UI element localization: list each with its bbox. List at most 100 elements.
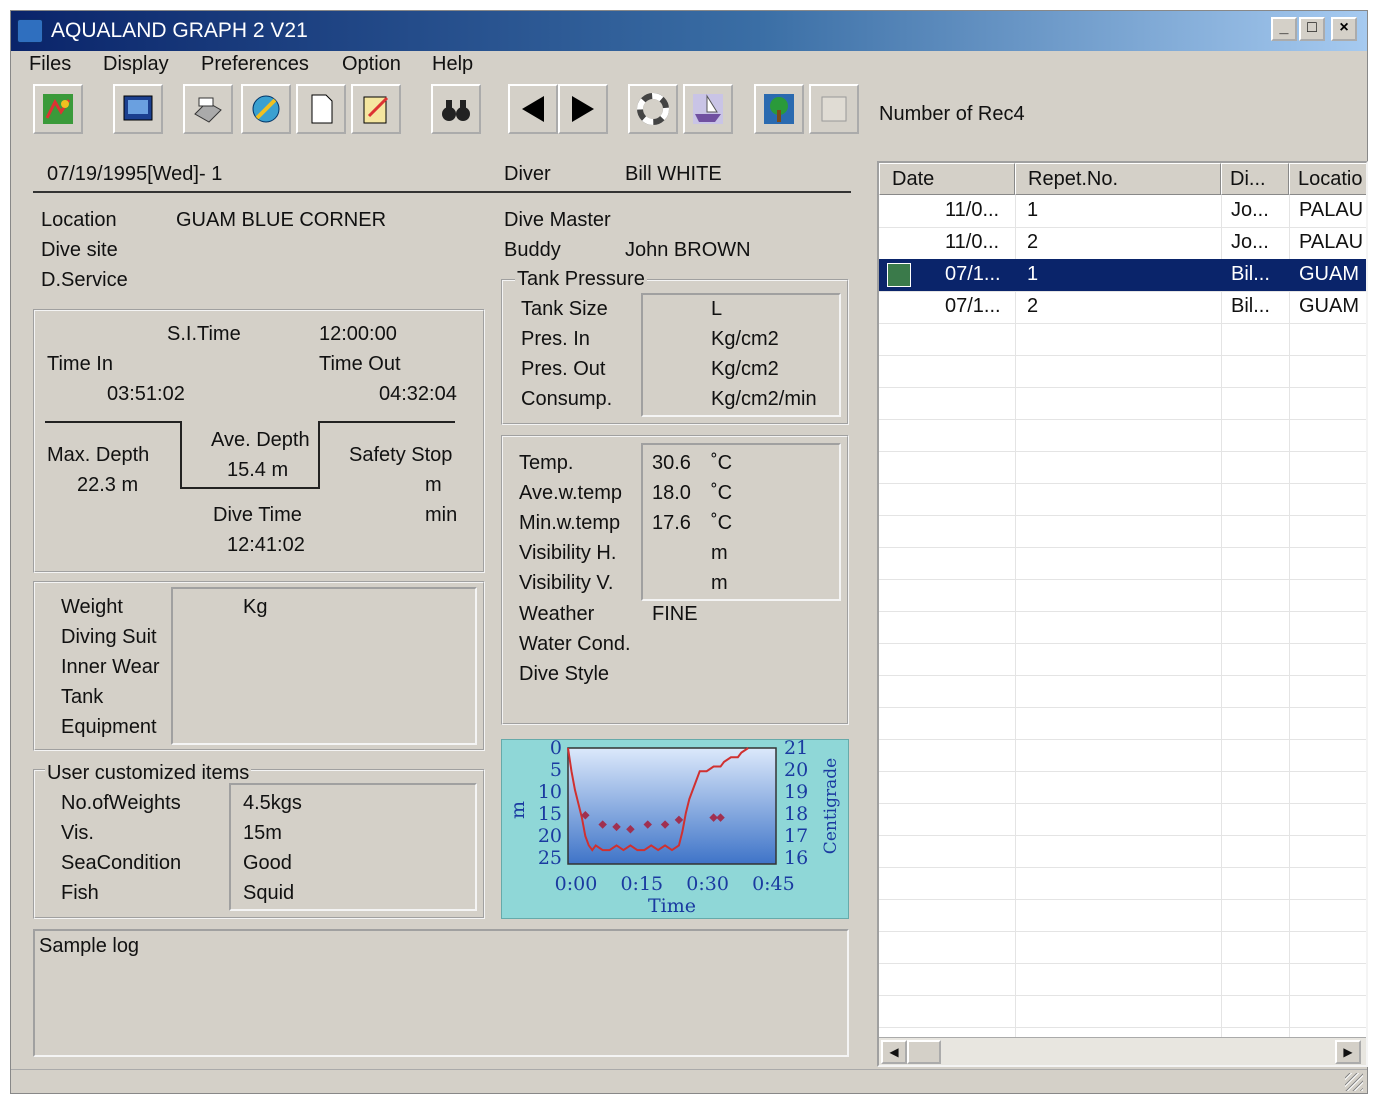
lifebuoy-icon[interactable] <box>628 84 678 134</box>
dive-profile-chart[interactable]: 05101520252120191817160:00 0:15 0:30 0:45Ti… <box>501 739 849 919</box>
grid-line <box>879 995 1366 996</box>
menu-preferences[interactable]: Preferences <box>201 53 309 76</box>
grid-line <box>879 931 1366 932</box>
safety-stop-min: min <box>425 504 458 526</box>
dive-time-label: Dive Time <box>213 504 302 526</box>
scroll-thumb[interactable] <box>907 1040 941 1064</box>
screen-icon[interactable] <box>113 84 163 134</box>
y-tick-label: 0 <box>550 739 562 759</box>
temp-label: Temp. <box>519 452 574 474</box>
table-row[interactable]: 11/0... 1 Jo... PALAU <box>879 195 1366 227</box>
table-row[interactable]: 11/0... 2 Jo... PALAU <box>879 227 1366 259</box>
grid-line <box>879 387 1366 388</box>
cell-date: 07/1... <box>945 295 1001 317</box>
y2-tick-label: 17 <box>784 825 808 847</box>
column-header-diver[interactable]: Di... <box>1221 163 1289 195</box>
grid-line <box>879 835 1366 836</box>
tank-label: Tank <box>61 686 104 708</box>
new-page-icon[interactable] <box>296 84 346 134</box>
inner-wear-label: Inner Wear <box>61 656 160 678</box>
custom-value: Good <box>243 852 292 874</box>
menu-display[interactable]: Display <box>103 53 169 76</box>
max-depth-label: Max. Depth <box>47 444 150 466</box>
horizontal-scrollbar[interactable]: ◀ ▶ <box>879 1037 1366 1065</box>
grid-line <box>879 483 1366 484</box>
water-cond-label: Water Cond. <box>519 633 631 655</box>
location-value: GUAM BLUE CORNER <box>176 209 387 231</box>
weather-label: Weather <box>519 603 595 625</box>
status-bar <box>11 1069 1367 1093</box>
ave-depth-value: 15.4 m <box>227 459 289 481</box>
cell-date: 07/1... <box>945 263 1001 285</box>
time-in-value: 03:51:02 <box>107 383 185 405</box>
custom-label: Fish <box>61 882 99 904</box>
ave-temp-label: Ave.w.temp <box>519 482 623 504</box>
menu-option[interactable]: Option <box>342 53 401 76</box>
window-title: AQUALAND GRAPH 2 V21 <box>51 19 308 42</box>
ave-depth-label: Ave. Depth <box>211 429 310 451</box>
app-icon <box>17 19 43 43</box>
next-arrow-icon[interactable] <box>558 84 608 134</box>
tank-size-label: Tank Size <box>521 298 608 320</box>
grid-line <box>879 323 1366 324</box>
cell-diver: Jo... <box>1231 231 1269 253</box>
si-time-value: 12:00:00 <box>319 323 397 345</box>
dive-style-label: Dive Style <box>519 663 610 685</box>
maximize-button[interactable]: □ <box>1299 17 1325 41</box>
grid-line <box>879 611 1366 612</box>
pres-out-unit: Kg/cm2 <box>711 358 779 380</box>
visibility-h-unit: m <box>711 542 728 564</box>
cell-date: 11/0... <box>945 199 1000 221</box>
x-tick-label: 0:45 <box>752 873 795 895</box>
y-tick-label: 10 <box>538 781 562 803</box>
column-header-repet[interactable]: Repet.No. <box>1015 163 1221 195</box>
print-icon[interactable] <box>183 84 233 134</box>
column-header-location[interactable]: Locatio <box>1289 163 1366 195</box>
minimize-button[interactable]: _ <box>1271 17 1297 41</box>
buddy-value: John BROWN <box>625 239 751 261</box>
equipment-label: Equipment <box>61 716 157 738</box>
menu-help[interactable]: Help <box>432 53 473 76</box>
prev-arrow-icon[interactable] <box>508 84 558 134</box>
boat-icon[interactable] <box>683 84 733 134</box>
edit-globe-icon[interactable] <box>241 84 291 134</box>
custom-value: 15m <box>243 822 282 844</box>
title-bar: AQUALAND GRAPH 2 V21 _ □ × <box>11 11 1367 51</box>
gear-values-box <box>171 587 477 745</box>
resize-grip-icon[interactable] <box>1345 1073 1363 1091</box>
custom-label: No.ofWeights <box>61 792 181 814</box>
table-row[interactable]: 07/1... 2 Bil... GUAM <box>879 291 1366 323</box>
diver-value: Bill WHITE <box>625 163 722 185</box>
ave-temp-value: 18.0 <box>652 482 691 504</box>
cell-location: GUAM <box>1299 263 1359 285</box>
grid-line <box>879 419 1366 420</box>
map-icon[interactable] <box>33 84 83 134</box>
grid-line <box>879 739 1366 740</box>
cell-repet: 2 <box>1027 295 1039 317</box>
scroll-left-button[interactable]: ◀ <box>881 1040 907 1064</box>
custom-value: Squid <box>243 882 295 904</box>
blank-icon[interactable] <box>809 84 859 134</box>
custom-value: 4.5kgs <box>243 792 302 814</box>
island-icon[interactable] <box>754 84 804 134</box>
column-header-date[interactable]: Date <box>879 163 1015 195</box>
close-button[interactable]: × <box>1331 17 1357 41</box>
grid-line <box>879 355 1366 356</box>
dive-list[interactable]: Date Repet.No. Di... Locatio 11/0... 1 Jo.… <box>877 161 1368 1067</box>
log-notes-box[interactable]: Sample log <box>33 929 849 1057</box>
visibility-h-label: Visibility H. <box>519 542 617 564</box>
menu-files[interactable]: Files <box>29 53 71 76</box>
pres-in-unit: Kg/cm2 <box>711 328 779 350</box>
cell-repet: 2 <box>1027 231 1039 253</box>
cell-diver: Bil... <box>1231 295 1270 317</box>
scroll-right-button[interactable]: ▶ <box>1335 1040 1361 1064</box>
binoculars-icon[interactable] <box>431 84 481 134</box>
time-out-label: Time Out <box>319 353 401 375</box>
cell-diver: Bil... <box>1231 263 1270 285</box>
weight-unit: Kg <box>243 596 268 618</box>
buddy-label: Buddy <box>504 239 561 261</box>
grid-line <box>879 899 1366 900</box>
notepad-icon[interactable] <box>351 84 401 134</box>
table-row[interactable]: 07/1... 1 Bil... GUAM <box>879 259 1366 291</box>
min-temp-value: 17.6 <box>652 512 691 534</box>
